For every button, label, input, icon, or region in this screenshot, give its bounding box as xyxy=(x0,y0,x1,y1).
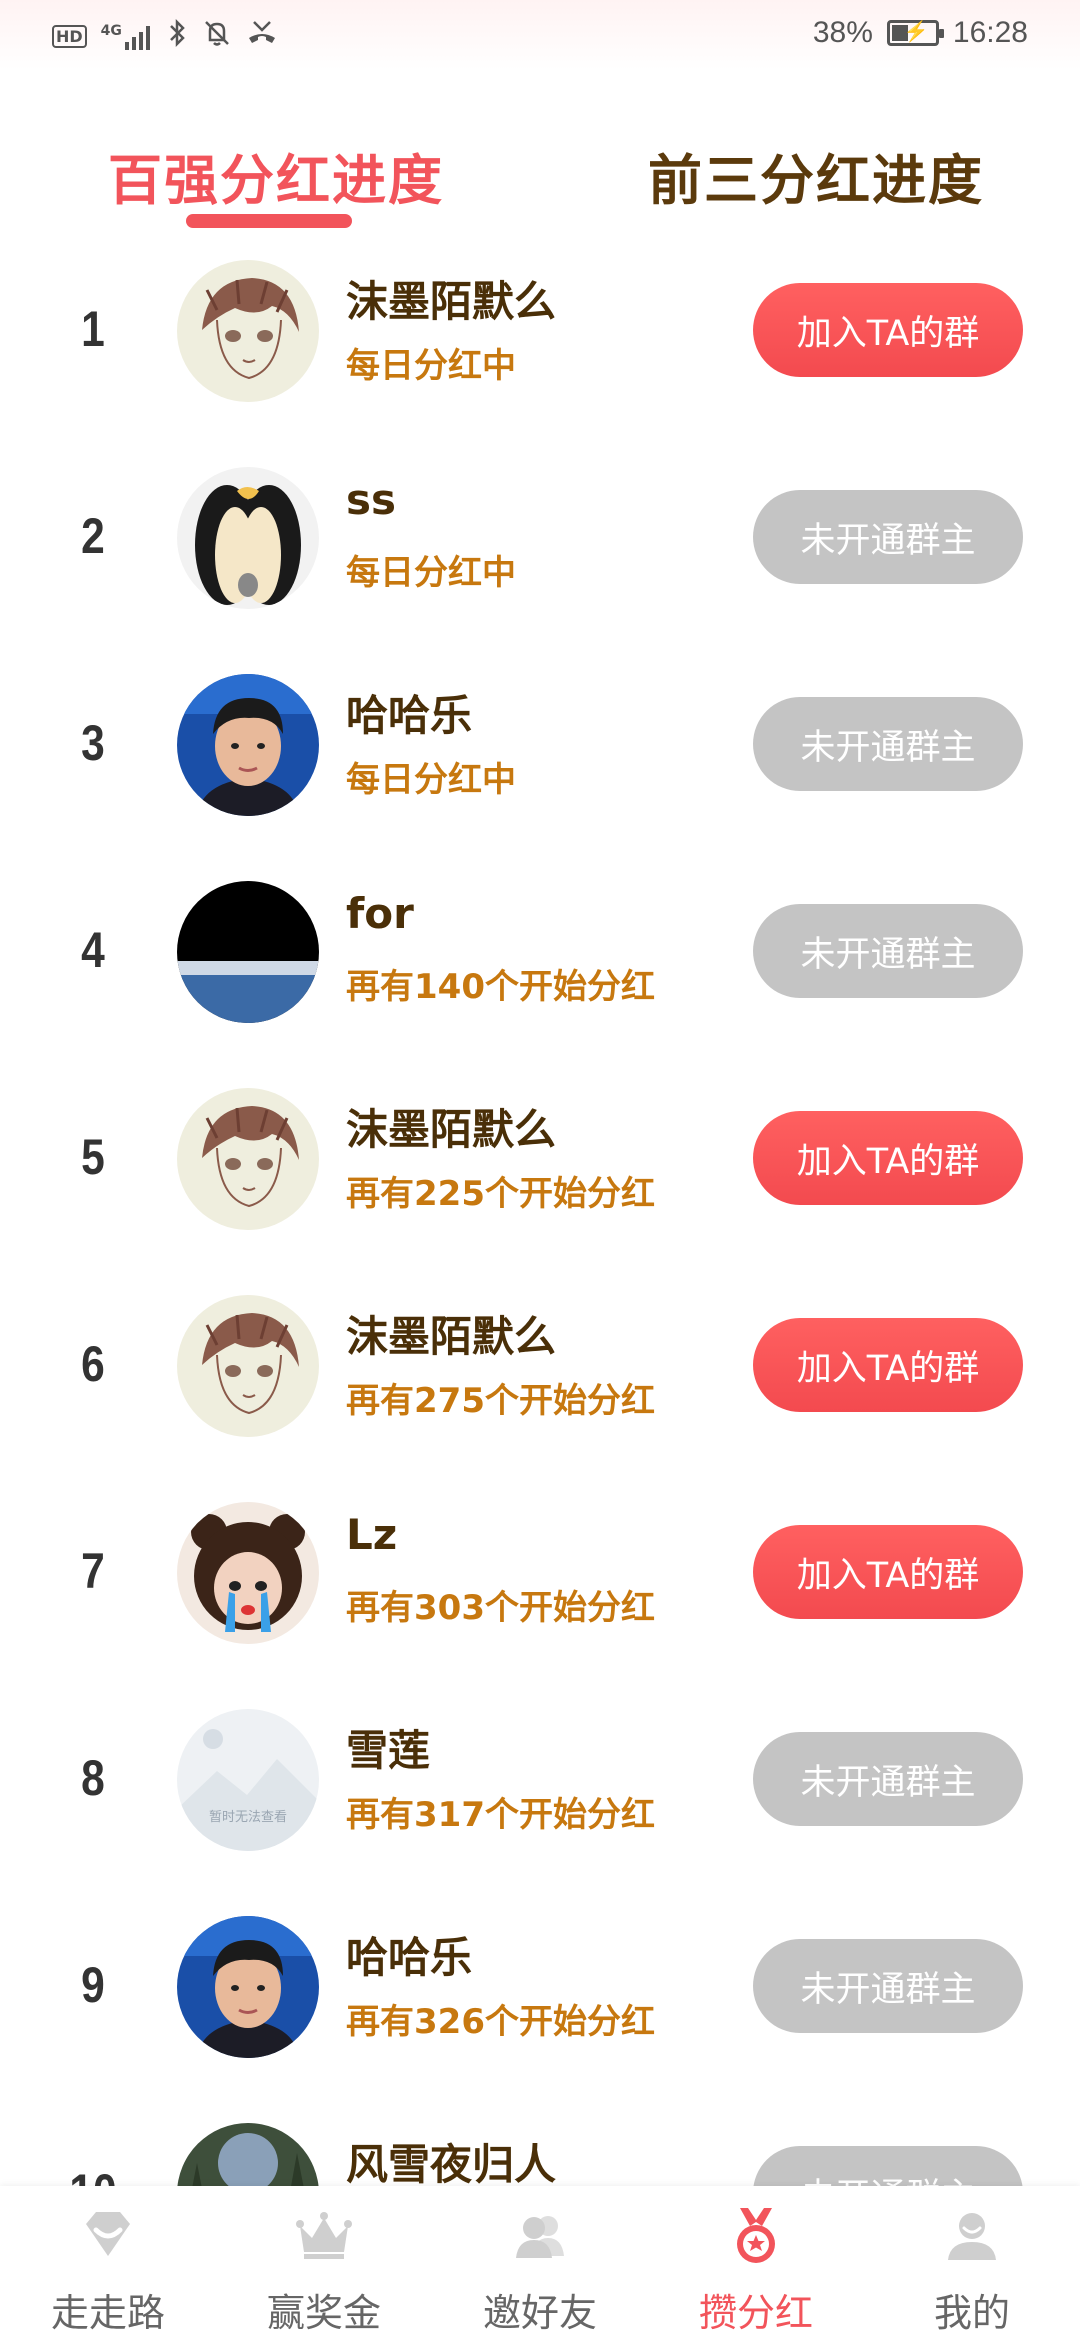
group-not-open-button[interactable]: 未开通群主 xyxy=(753,490,1023,584)
ranking-row[interactable]: 4 for 再有140个开始分红 未开通群主 xyxy=(0,859,1080,1066)
mute-icon xyxy=(202,18,232,55)
user-name: 哈哈乐 xyxy=(346,1933,473,1982)
ranking-row[interactable]: 10 风雪夜归人 未开通群主 xyxy=(0,2101,1080,2186)
avatar[interactable] xyxy=(177,2123,319,2186)
join-group-button[interactable]: 加入TA的群 xyxy=(753,1525,1023,1619)
ranking-row[interactable]: 3 哈哈乐每日分红中 未开通群主 xyxy=(0,652,1080,859)
signal-4g-icon: 4G xyxy=(101,24,154,50)
dividend-status: 再有317个开始分红 xyxy=(346,1795,655,1835)
user-name: 沫墨陌默么 xyxy=(346,277,557,326)
ranking-row[interactable]: 7 Lz 再有303个开始分红 加入TA的群 xyxy=(0,1480,1080,1687)
ranking-row[interactable]: 1 沫墨陌默么每日分红中 加入TA的群 xyxy=(0,238,1080,445)
nav-walk[interactable]: 走走路 xyxy=(0,2186,216,2340)
user-name: for xyxy=(346,889,414,938)
medal-icon xyxy=(737,2208,775,2263)
ranking-row[interactable]: 6 沫墨陌默么再有275个开始分红 加入TA的群 xyxy=(0,1273,1080,1480)
charging-bolt: ⚡ xyxy=(903,21,929,43)
avatar[interactable] xyxy=(177,467,319,609)
rank-number: 10 xyxy=(63,2163,123,2186)
nav-mine[interactable]: 我的 xyxy=(864,2186,1080,2340)
group-not-open-button[interactable]: 未开通群主 xyxy=(753,697,1023,791)
avatar[interactable] xyxy=(177,260,319,402)
user-name: 哈哈乐 xyxy=(346,691,473,740)
avatar[interactable] xyxy=(177,674,319,816)
nav-invite[interactable]: 邀好友 xyxy=(432,2186,648,2340)
rank-number: 3 xyxy=(81,715,105,771)
avatar[interactable]: 暂时无法查看 xyxy=(177,1709,319,1851)
dividend-status: 再有326个开始分红 xyxy=(346,2002,655,2042)
user-name: 沫墨陌默么 xyxy=(346,1312,557,1361)
friends-icon xyxy=(516,2216,564,2258)
avatar[interactable] xyxy=(177,881,319,1023)
rank-number: 9 xyxy=(81,1957,105,2013)
nav-mine-label: 我的 xyxy=(933,2291,1010,2335)
dividend-status: 再有303个开始分红 xyxy=(346,1588,655,1628)
status-icons: HD 4G xyxy=(52,18,278,55)
rank-number: 1 xyxy=(81,301,105,357)
battery-percent: 38% xyxy=(812,16,873,49)
user-name: ss xyxy=(346,475,396,524)
missed-call-icon xyxy=(246,18,278,55)
walk-icon xyxy=(86,2212,130,2256)
avatar[interactable] xyxy=(177,1295,319,1437)
battery-icon: ⚡ xyxy=(886,20,944,46)
nav-walk-label: 走走路 xyxy=(50,2291,165,2335)
rank-number: 2 xyxy=(81,508,105,564)
dividend-status: 再有275个开始分红 xyxy=(346,1381,655,1421)
dividend-status: 每日分红中 xyxy=(346,346,516,386)
group-not-open-button[interactable]: 未开通群主 xyxy=(753,1732,1023,1826)
rank-number: 8 xyxy=(81,1750,105,1806)
rank-number: 5 xyxy=(81,1129,105,1185)
nav-dividend-label: 攒分红 xyxy=(698,2291,813,2335)
ranking-row[interactable]: 5 沫墨陌默么再有225个开始分红 加入TA的群 xyxy=(0,1066,1080,1273)
group-not-open-button[interactable]: 未开通群主 xyxy=(753,1939,1023,2033)
profile-icon xyxy=(948,2213,996,2260)
dividend-status: 每日分红中 xyxy=(346,760,516,800)
user-name: 风雪夜归人 xyxy=(346,2140,557,2186)
status-right: 38% ⚡ 16:28 xyxy=(813,16,1028,50)
join-group-button[interactable]: 加入TA的群 xyxy=(753,1111,1023,1205)
rank-number: 7 xyxy=(81,1543,105,1599)
active-tab-indicator xyxy=(186,214,352,228)
nav-invite-label: 邀好友 xyxy=(482,2291,597,2335)
rank-number: 4 xyxy=(81,922,105,978)
avatar[interactable] xyxy=(177,1088,319,1230)
nav-bonus-label: 赢奖金 xyxy=(266,2291,381,2335)
join-group-button[interactable]: 加入TA的群 xyxy=(753,1318,1023,1412)
bottom-nav: 走走路 赢奖金 邀好友 攒分红 我的 xyxy=(0,2186,1080,2340)
ranking-row[interactable]: 9 哈哈乐再有326个开始分红 未开通群主 xyxy=(0,1894,1080,2101)
network-label: 4G xyxy=(100,22,122,39)
dividend-status: 再有140个开始分红 xyxy=(346,967,655,1007)
join-group-button[interactable]: 加入TA的群 xyxy=(753,283,1023,377)
tab-top100-dividend[interactable]: 百强分红进度 xyxy=(108,136,444,215)
hd-icon: HD xyxy=(52,25,87,48)
tab-top3-dividend[interactable]: 前三分红进度 xyxy=(648,136,984,215)
clock: 16:28 xyxy=(952,16,1028,49)
avatar[interactable] xyxy=(177,1502,319,1644)
avatar[interactable] xyxy=(177,1916,319,2058)
crown-icon xyxy=(296,2212,352,2259)
group-not-open-button[interactable]: 未开通群主 xyxy=(753,2146,1023,2186)
bluetooth-icon xyxy=(168,18,188,55)
ranking-list[interactable]: 1 沫墨陌默么 每日分红中 加入TA的群 2 ss 每日分红中 未开通群主 3 哈哈乐 每日分红中未… xyxy=(0,238,1080,2186)
user-name: 雪莲 xyxy=(346,1726,431,1775)
dividend-status: 每日分红中 xyxy=(346,553,516,593)
nav-bonus[interactable]: 赢奖金 xyxy=(216,2186,432,2340)
rank-number: 6 xyxy=(81,1336,105,1392)
ranking-row[interactable]: 8 暂时无法查看 雪莲再有317个开始分红 未开通群主 xyxy=(0,1687,1080,1894)
user-name: Lz xyxy=(346,1510,398,1559)
user-name: 沫墨陌默么 xyxy=(346,1105,557,1154)
avatar-caption: 暂时无法查看 xyxy=(209,1809,287,1825)
nav-dividend[interactable]: 攒分红 xyxy=(648,2186,864,2340)
group-not-open-button[interactable]: 未开通群主 xyxy=(753,904,1023,998)
dividend-status: 再有225个开始分红 xyxy=(346,1174,655,1214)
ranking-row[interactable]: 2 ss 每日分红中 未开通群主 xyxy=(0,445,1080,652)
tab-bar: 百强分红进度 前三分红进度 xyxy=(0,120,1080,240)
status-bar: HD 4G 38% ⚡ 16:28 xyxy=(0,0,1080,70)
